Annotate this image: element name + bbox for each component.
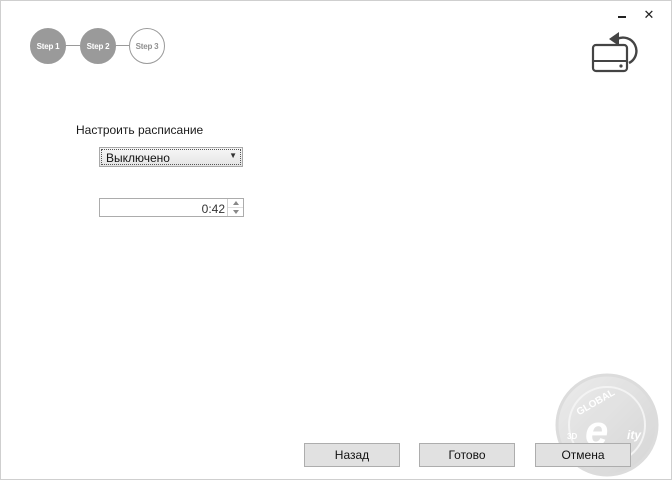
step-1-indicator: Step 1: [30, 28, 66, 64]
time-value: 0:42: [201, 202, 225, 216]
time-spinner[interactable]: 0:42: [99, 198, 244, 217]
finish-button[interactable]: Готово: [419, 443, 515, 467]
step-2-label: Step 2: [86, 41, 110, 51]
close-icon: ✕: [643, 7, 655, 22]
minimize-icon: [618, 16, 626, 18]
step-3-indicator: Step 3: [129, 28, 165, 64]
step-3-label: Step 3: [135, 41, 159, 51]
spinner-buttons: [227, 199, 243, 216]
step-1-label: Step 1: [36, 41, 60, 51]
watermark-side-text: 3D: [567, 432, 577, 441]
step-2-indicator: Step 2: [80, 28, 116, 64]
schedule-dropdown-value: Выключено: [106, 151, 170, 165]
arrow-up-icon: [232, 201, 239, 205]
close-button[interactable]: ✕: [641, 7, 657, 23]
schedule-dropdown[interactable]: Выключено ▼: [99, 147, 243, 167]
watermark-small-text: ity: [627, 428, 642, 442]
spinner-down-button[interactable]: [228, 208, 243, 216]
step-connector: [65, 45, 80, 46]
schedule-label: Настроить расписание: [76, 123, 204, 137]
drive-restore-icon: [591, 32, 638, 73]
minimize-button[interactable]: [615, 7, 629, 21]
chevron-down-icon: ▼: [229, 151, 237, 160]
backup-wizard-window: Step 1 Step 2 Step 3 ✕ Настроить расписа…: [0, 0, 672, 480]
back-button[interactable]: Назад: [304, 443, 400, 467]
spinner-up-button[interactable]: [228, 199, 243, 208]
arrow-down-icon: [232, 210, 239, 214]
cancel-button[interactable]: Отмена: [535, 443, 631, 467]
step-connector: [115, 45, 129, 46]
